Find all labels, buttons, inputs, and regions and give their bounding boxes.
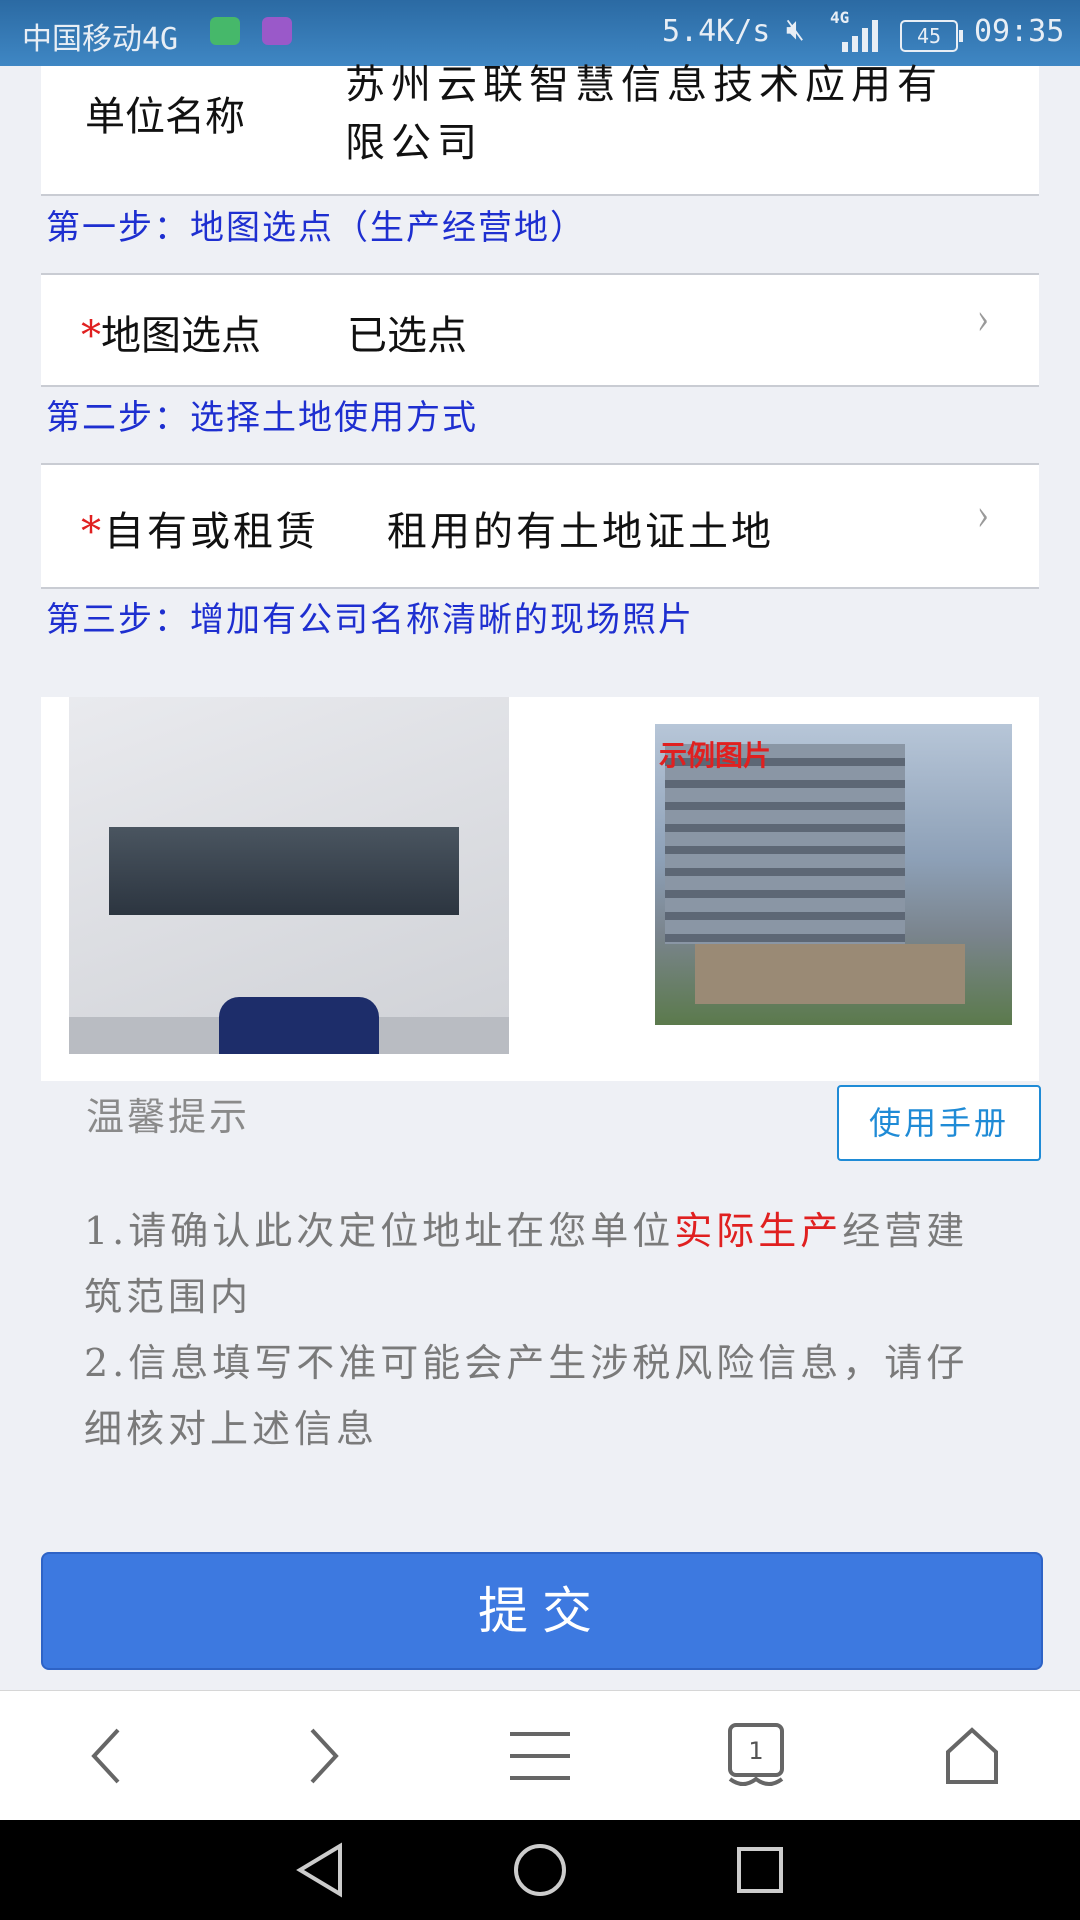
triangle-back-icon	[296, 1842, 342, 1898]
company-name-label: 单位名称	[85, 94, 245, 140]
square-recents-icon	[737, 1847, 783, 1893]
land-use-row[interactable]: *自有或租赁 租用的有土地证土地 ›	[41, 463, 1039, 589]
uploaded-site-photo[interactable]	[69, 697, 509, 1054]
browser-toolbar: 1	[0, 1690, 1080, 1821]
tips-text: 1.请确认此次定位地址在您单位实际生产经营建筑范围内 2.信息填写不准可能会产生…	[84, 1198, 984, 1462]
land-use-value: 租用的有土地证土地	[387, 509, 774, 555]
system-back-button[interactable]	[260, 1820, 380, 1920]
company-name-row: 单位名称 苏州云联智慧信息技术应用有 限公司	[41, 62, 1039, 196]
submit-button[interactable]: 提交	[41, 1552, 1043, 1670]
company-name-value-line1: 苏州云联智慧信息技术应用有	[345, 62, 943, 108]
required-mark: *	[81, 509, 104, 555]
map-pick-value: 已选点	[347, 313, 467, 359]
step2-title: 第二步：选择土地使用方式	[46, 398, 478, 438]
chevron-right-icon: ›	[977, 296, 989, 345]
network-speed: 5.4K/s	[662, 14, 771, 49]
menu-button[interactable]	[480, 1691, 600, 1821]
tab-count: 1	[748, 1737, 764, 1765]
system-recents-button[interactable]	[700, 1820, 820, 1920]
tip-line-2: 2.信息填写不准可能会产生涉税风险信息，请仔细核对上述信息	[84, 1341, 969, 1451]
home-icon	[946, 1727, 998, 1784]
example-photo: 示例图片	[655, 724, 1012, 1025]
forward-button[interactable]	[264, 1691, 384, 1821]
gallery-app-icon	[262, 17, 292, 45]
menu-icon	[510, 1732, 570, 1780]
circle-home-icon	[514, 1844, 566, 1896]
back-button[interactable]	[46, 1691, 166, 1821]
step3-title: 第三步：增加有公司名称清晰的现场照片	[46, 600, 694, 640]
chevron-left-icon	[91, 1728, 120, 1784]
step1-title: 第一步：地图选点（生产经营地）	[46, 208, 586, 248]
system-navigation-bar	[0, 1820, 1080, 1920]
chevron-right-icon: ›	[977, 492, 989, 541]
clock: 09:35	[974, 14, 1065, 49]
tips-title: 温馨提示	[86, 1095, 251, 1139]
system-home-button[interactable]	[480, 1820, 600, 1920]
photo-area: 示例图片	[41, 697, 1039, 1081]
mute-icon: 🔇︎	[786, 12, 805, 47]
tip-line-1: 1.请确认此次定位地址在您单位实际生产经营建筑范围内	[84, 1209, 969, 1319]
chevron-right-icon	[310, 1728, 339, 1784]
required-mark: *	[81, 313, 101, 359]
carrier-label: 中国移动4G	[22, 22, 179, 57]
briefcase-app-icon	[210, 17, 240, 45]
home-button[interactable]	[912, 1691, 1032, 1821]
land-use-label: 自有或租赁	[104, 509, 319, 555]
company-name-value-line2: 限公司	[345, 120, 483, 166]
map-pick-row[interactable]: *地图选点 已选点 ›	[41, 273, 1039, 387]
signal-icon	[842, 20, 878, 52]
example-photo-caption: 示例图片	[659, 739, 772, 772]
tabs-button[interactable]: 1	[696, 1691, 816, 1821]
map-pick-label: 地图选点	[101, 313, 261, 359]
tip-highlight: 实际生产	[674, 1209, 843, 1253]
battery-icon: 45	[900, 20, 963, 52]
user-manual-button[interactable]: 使用手册	[837, 1085, 1041, 1161]
